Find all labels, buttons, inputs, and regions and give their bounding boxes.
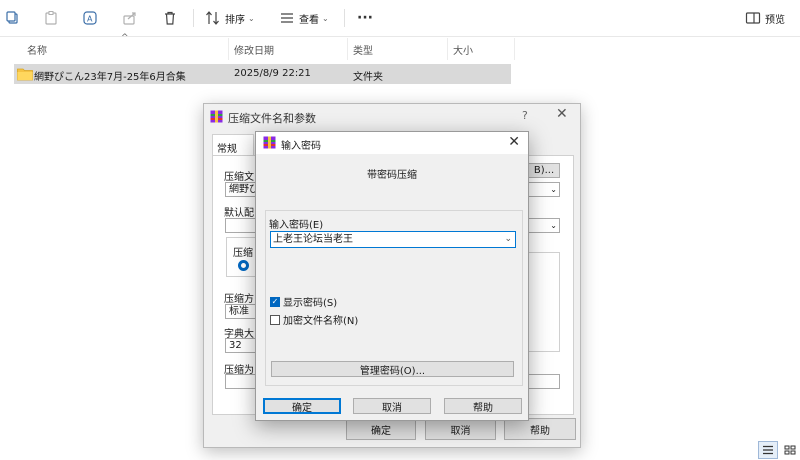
winrar-icon (263, 136, 276, 149)
format-label: 压缩 (233, 248, 253, 259)
cancel-button[interactable]: 取消 (425, 418, 496, 440)
copy-button[interactable] (5, 8, 21, 28)
password-label: 输入密码(E) (269, 220, 324, 231)
method-select[interactable]: 标准 (225, 304, 257, 319)
format-radio[interactable] (238, 260, 249, 271)
dialog-titlebar: 输入密码 ✕ (256, 132, 528, 154)
details-view-icon (763, 445, 773, 455)
password-input[interactable]: 上老王论坛当老王 ⌄ (270, 231, 516, 248)
sort-label: 排序 (225, 14, 245, 26)
close-icon[interactable]: ✕ (556, 106, 568, 122)
sort-button[interactable]: 排序 ⌄ (205, 8, 255, 28)
show-password-label: 显示密码(S) (283, 298, 338, 309)
dictionary-select[interactable]: 32 (225, 338, 257, 353)
password-dialog: 输入密码 ✕ 带密码压缩 输入密码(E) 上老王论坛当老王 ⌄ ✓ 显示密码(S… (255, 131, 529, 421)
file-type: 文件夹 (353, 72, 383, 83)
ok-button[interactable]: 确定 (263, 398, 341, 414)
tab-general[interactable]: 常规 (212, 134, 254, 156)
archive-name-label: 压缩文 (224, 172, 254, 183)
column-divider[interactable] (228, 38, 229, 60)
column-divider[interactable] (347, 38, 348, 60)
dialog-title: 压缩文件名和参数 (228, 112, 316, 125)
file-row[interactable]: 網野ぴこん23年7月-25年6月合集 2025/8/9 22:21 文件夹 (14, 64, 511, 84)
tiles-view-button[interactable] (780, 441, 800, 459)
delete-button[interactable] (162, 8, 178, 28)
chevron-down-icon: ⌄ (550, 221, 557, 230)
more-button[interactable]: ··· (357, 8, 373, 28)
trash-icon (165, 11, 175, 25)
tab-general-label: 常规 (217, 144, 237, 155)
help-button[interactable]: 帮助 (504, 418, 576, 440)
default-profile-label: 默认配 (224, 208, 254, 219)
tiles-view-icon (784, 445, 796, 455)
column-divider[interactable] (447, 38, 448, 60)
preview-pane-icon (745, 12, 761, 24)
profile-field[interactable] (225, 218, 257, 233)
help-icon[interactable]: ? (522, 109, 528, 122)
explorer-toolbar: A 排序 ⌄ 查看 ⌄ ··· 预览 (0, 0, 800, 37)
details-view-button[interactable] (758, 441, 778, 459)
archive-name-dropdown[interactable]: ⌄ (528, 182, 560, 197)
column-header-name[interactable]: 名称 (27, 42, 47, 57)
help-button[interactable]: 帮助 (444, 398, 522, 414)
preview-button[interactable]: 预览 (745, 8, 785, 28)
paste-button[interactable] (43, 8, 59, 28)
more-icon: ··· (357, 10, 373, 26)
share-icon (123, 12, 136, 25)
rename-button[interactable]: A (82, 8, 98, 28)
svg-text:A: A (87, 15, 93, 24)
chevron-down-icon[interactable]: ⌄ (504, 232, 512, 247)
volume-size-field[interactable] (528, 374, 560, 389)
checkbox-checked-icon: ✓ (270, 296, 280, 307)
checkbox-unchecked-icon (270, 314, 280, 325)
ok-button[interactable]: 确定 (346, 418, 416, 440)
encrypt-filenames-label: 加密文件名称(N) (283, 316, 359, 327)
chevron-down-icon: ⌄ (550, 185, 557, 194)
copy-icon (6, 11, 18, 24)
encrypt-filenames-checkbox[interactable]: 加密文件名称(N) (270, 312, 358, 327)
rename-icon: A (83, 11, 97, 25)
file-modified: 2025/8/9 22:21 (234, 68, 311, 79)
options-group (528, 252, 560, 352)
dialog-subtitle: 带密码压缩 (367, 170, 417, 181)
close-icon[interactable]: ✕ (508, 134, 520, 150)
sort-icon (206, 11, 219, 25)
column-header-type[interactable]: 类型 (353, 42, 373, 57)
chevron-down-icon: ⌄ (248, 13, 255, 23)
chevron-down-icon: ⌄ (322, 13, 329, 23)
password-value: 上老王论坛当老王 (273, 234, 353, 245)
profile-dropdown[interactable]: ⌄ (528, 218, 560, 233)
column-divider[interactable] (514, 38, 515, 60)
column-header-modified[interactable]: 修改日期 (234, 42, 274, 57)
paste-icon (45, 11, 57, 25)
toolbar-separator (193, 9, 194, 27)
sort-ascending-icon: ^ (121, 33, 129, 43)
compress-to-field[interactable] (225, 374, 257, 389)
browse-button[interactable]: B)... (528, 163, 560, 178)
share-button[interactable] (122, 8, 138, 28)
view-button[interactable]: 查看 ⌄ (279, 8, 329, 28)
method-label: 压缩方 (224, 294, 254, 305)
file-name: 網野ぴこん23年7月-25年6月合集 (34, 72, 186, 83)
view-label: 查看 (299, 14, 319, 26)
view-icon (281, 13, 293, 23)
cancel-button[interactable]: 取消 (353, 398, 431, 414)
preview-label: 预览 (765, 14, 785, 26)
manage-passwords-button[interactable]: 管理密码(O)... (271, 361, 514, 377)
column-header-size[interactable]: 大小 (453, 42, 473, 57)
folder-icon (17, 68, 33, 81)
winrar-icon (210, 110, 223, 123)
dialog-title: 输入密码 (281, 141, 321, 152)
toolbar-separator (344, 9, 345, 27)
show-password-checkbox[interactable]: ✓ 显示密码(S) (270, 294, 337, 309)
